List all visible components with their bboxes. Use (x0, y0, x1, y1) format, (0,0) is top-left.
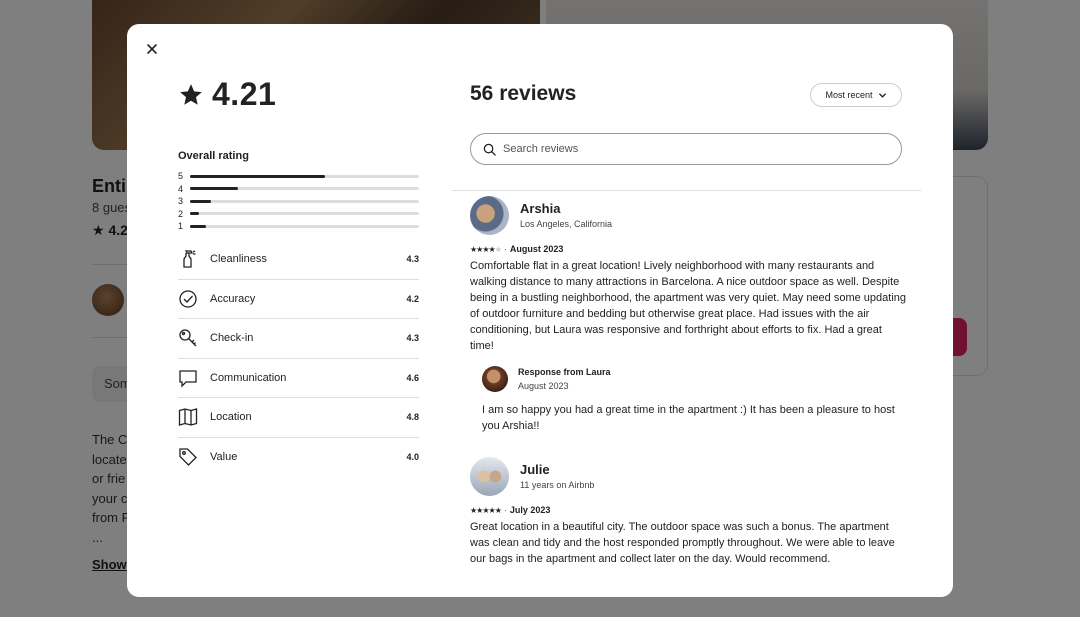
star-icon (180, 83, 202, 105)
search-input[interactable] (503, 143, 883, 155)
map-icon (178, 407, 198, 427)
review-item: Julie 11 years on Airbnb ★★★★★ · July 20… (470, 456, 906, 567)
category-value: 4.3 (406, 333, 419, 344)
distribution-row: 1 (178, 220, 419, 233)
review-meta: ★★★★★ · August 2023 (470, 244, 906, 254)
overall-rating-label: Overall rating (178, 150, 249, 162)
category-communication: Communication 4.6 (178, 359, 419, 398)
review-list: Arshia Los Angeles, California ★★★★★ · A… (470, 195, 906, 581)
reviews-count-title: 56 reviews (470, 82, 577, 105)
response-header: Response from Laura August 2023 (482, 366, 906, 392)
review-date: August 2023 (509, 244, 564, 254)
review-text: Comfortable flat in a great location! Li… (470, 260, 907, 352)
category-value-rating: Value 4.0 (178, 438, 419, 478)
distribution-track (190, 199, 419, 203)
category-label: Accuracy (210, 292, 256, 305)
overall-score-value: 4.21 (212, 76, 277, 112)
meta-separator: · (503, 244, 507, 254)
response-text: I am so happy you had a great time in th… (482, 404, 895, 432)
check-circle-icon (178, 289, 198, 309)
category-label: Communication (210, 371, 287, 384)
close-button[interactable] (143, 40, 161, 58)
review-item: Arshia Los Angeles, California ★★★★★ · A… (470, 195, 906, 434)
reviewer-name: Julie (520, 462, 550, 477)
distribution-track (190, 212, 419, 216)
reviewer-name: Arshia (520, 201, 561, 216)
star-icon: ★ (494, 505, 502, 515)
category-value: 4.3 (406, 254, 419, 265)
divider (452, 190, 921, 191)
review-header: Arshia Los Angeles, California (470, 195, 906, 235)
tag-icon (178, 447, 198, 467)
distribution-track (190, 174, 419, 178)
response-title: Response from Laura (518, 367, 611, 377)
reviewer-tenure: 11 years on Airbnb (520, 480, 595, 490)
distribution-track (190, 187, 419, 191)
distribution-row: 5 (178, 170, 419, 183)
distribution-fill (190, 187, 239, 191)
category-label: Location (210, 411, 252, 424)
category-accuracy: Accuracy 4.2 (178, 280, 419, 319)
distribution-row: 3 (178, 195, 419, 208)
category-label: Check-in (210, 332, 254, 345)
chat-bubble-icon (178, 368, 198, 388)
category-value: 4.6 (406, 372, 419, 383)
distribution-fill (190, 174, 326, 178)
distribution-fill (190, 224, 207, 228)
chevron-down-icon (878, 92, 886, 98)
response-date: August 2023 (518, 381, 569, 391)
avatar[interactable] (470, 195, 509, 235)
star-rating: ★★★★★ (470, 505, 502, 515)
reviews-modal: 4.21 Overall rating 54 32 1 Cleanliness 4.… (127, 24, 953, 597)
host-response: Response from Laura August 2023 I am so … (470, 366, 906, 434)
overall-score: 4.21 (178, 76, 276, 113)
distribution-stars: 4 (178, 183, 184, 194)
star-icon: ★ (494, 244, 502, 254)
review-text: Great location in a beautiful city. The … (470, 521, 895, 565)
search-reviews-box[interactable] (470, 133, 902, 165)
review-meta: ★★★★★ · July 2023 (470, 505, 906, 515)
distribution-track (190, 224, 419, 228)
category-ratings: Cleanliness 4.3 Accuracy 4.2 Check-in 4.… (178, 240, 419, 477)
sort-label: Most recent (825, 90, 873, 100)
category-label: Value (210, 451, 238, 464)
avatar[interactable] (470, 456, 509, 496)
distribution-fill (190, 212, 200, 216)
key-icon (178, 328, 198, 348)
review-header: Julie 11 years on Airbnb (470, 456, 906, 496)
review-date: July 2023 (509, 505, 551, 515)
distribution-stars: 3 (178, 196, 184, 207)
distribution-row: 2 (178, 208, 419, 221)
category-cleanliness: Cleanliness 4.3 (178, 240, 419, 280)
category-label: Cleanliness (210, 253, 267, 266)
meta-separator: · (503, 505, 507, 515)
reviewer-location: Los Angeles, California (520, 219, 613, 229)
search-icon (483, 143, 496, 156)
category-value: 4.2 (406, 293, 419, 304)
rating-distribution: 54 32 1 (178, 170, 419, 233)
distribution-stars: 1 (178, 221, 184, 232)
close-icon (147, 44, 157, 54)
distribution-row: 4 (178, 183, 419, 196)
avatar[interactable] (482, 366, 508, 392)
category-check-in: Check-in 4.3 (178, 319, 419, 359)
category-value: 4.0 (406, 452, 419, 463)
star-rating: ★★★★★ (470, 244, 502, 254)
distribution-stars: 2 (178, 208, 184, 219)
sort-dropdown[interactable]: Most recent (810, 83, 902, 107)
spray-bottle-icon (178, 249, 198, 269)
distribution-stars: 5 (178, 171, 184, 182)
category-value: 4.8 (406, 412, 419, 423)
distribution-fill (190, 199, 211, 203)
category-location: Location 4.8 (178, 398, 419, 438)
